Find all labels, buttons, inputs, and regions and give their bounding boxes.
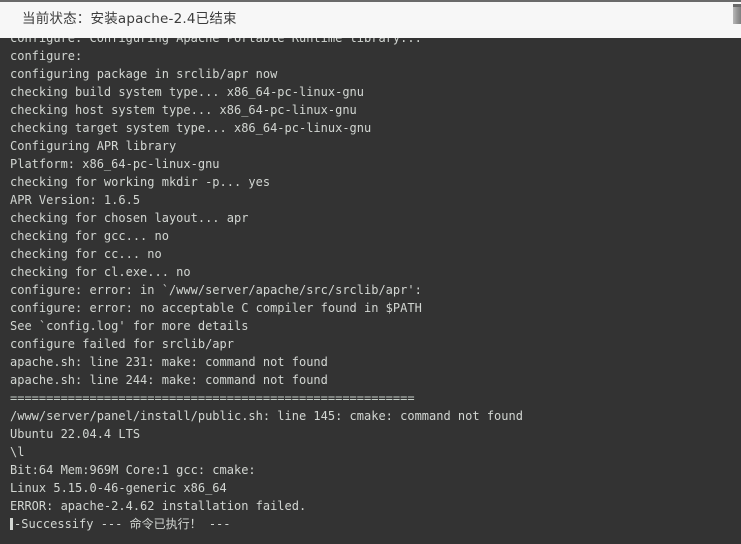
terminal-line: configure failed for srclib/apr <box>10 337 234 351</box>
terminal-line: APR Version: 1.6.5 <box>10 193 141 207</box>
terminal-lines-container: configure: Configuring Apache Portable R… <box>0 38 741 533</box>
terminal-final-line-text: -Successify --- 命令已执行！ --- <box>14 517 231 531</box>
scrollbar-cap <box>733 4 741 7</box>
terminal-line: checking build system type... x86_64-pc-… <box>10 85 365 99</box>
scrollbar-thumb-icon[interactable] <box>733 4 741 24</box>
terminal-line: Platform: x86_64-pc-linux-gnu <box>10 157 220 171</box>
terminal-line: /www/server/panel/install/public.sh: lin… <box>10 409 523 423</box>
status-header-bar: 当前状态：安装apache-2.4已结束 <box>0 0 741 38</box>
terminal-line: ========================================… <box>10 391 415 405</box>
terminal-line: Bit:64 Mem:969M Core:1 gcc: cmake: <box>10 463 256 477</box>
terminal-line: configure: error: no acceptable C compil… <box>10 301 422 315</box>
terminal-line: configure: error: in `/www/server/apache… <box>10 283 422 297</box>
terminal-final-line: -Successify --- 命令已执行！ --- <box>10 515 741 533</box>
terminal-output-panel[interactable]: configure: Configuring Apache Portable R… <box>0 38 741 544</box>
terminal-line: checking for chosen layout... apr <box>10 211 249 225</box>
terminal-line: configuring package in srclib/apr now <box>10 67 278 81</box>
terminal-line: configure: Configuring Apache Portable R… <box>10 38 422 45</box>
terminal-line: configure: <box>10 49 83 63</box>
terminal-line: Ubuntu 22.04.4 LTS <box>10 427 141 441</box>
terminal-line: checking for cc... no <box>10 247 162 261</box>
terminal-line: \l <box>10 445 25 459</box>
terminal-line: checking target system type... x86_64-pc… <box>10 121 372 135</box>
terminal-line: checking for working mkdir -p... yes <box>10 175 271 189</box>
terminal-line: Linux 5.15.0-46-generic x86_64 <box>10 481 227 495</box>
terminal-line: Configuring APR library <box>10 139 177 153</box>
block-cursor-icon <box>10 518 13 530</box>
terminal-line: checking host system type... x86_64-pc-l… <box>10 103 357 117</box>
terminal-line: checking for gcc... no <box>10 229 169 243</box>
terminal-line: apache.sh: line 231: make: command not f… <box>10 355 328 369</box>
terminal-line: ERROR: apache-2.4.62 installation failed… <box>10 499 307 513</box>
current-status-label: 当前状态：安装apache-2.4已结束 <box>22 11 237 28</box>
terminal-line: apache.sh: line 244: make: command not f… <box>10 373 328 387</box>
terminal-line: See `config.log' for more details <box>10 319 249 333</box>
install-status-window: 当前状态：安装apache-2.4已结束 configure: Configur… <box>0 0 741 544</box>
terminal-line: checking for cl.exe... no <box>10 265 191 279</box>
